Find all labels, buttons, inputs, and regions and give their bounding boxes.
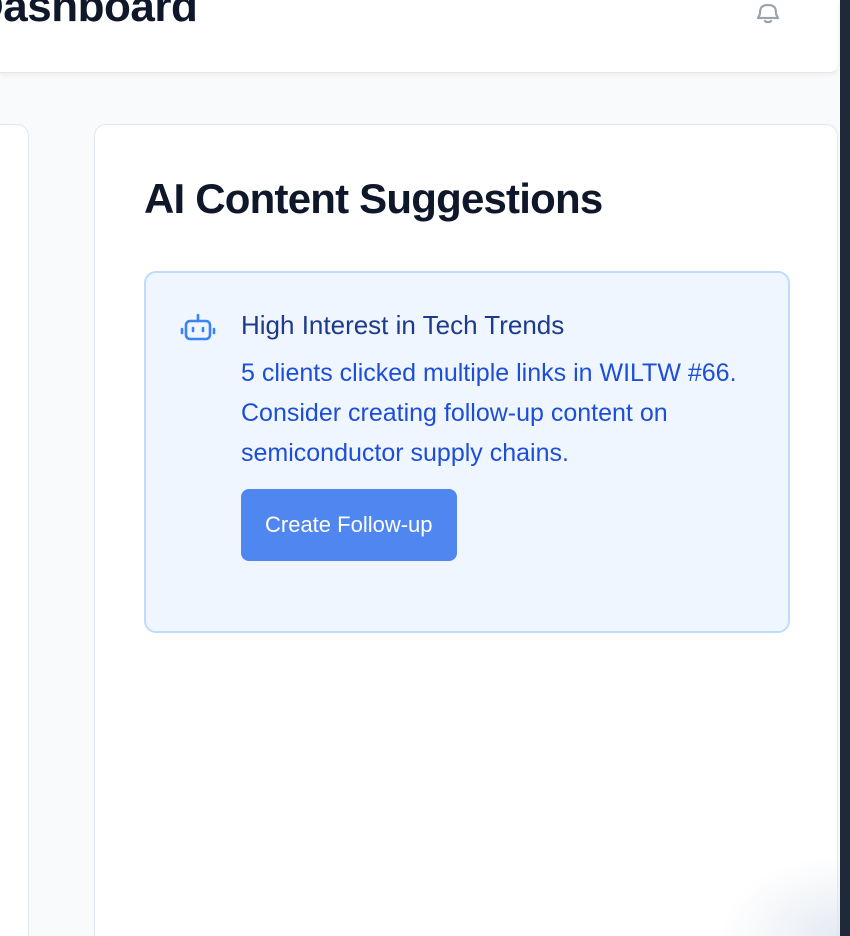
page-title: Dashboard: [0, 0, 198, 31]
card-title: AI Content Suggestions: [144, 175, 603, 222]
page: Dashboard AI Content Suggestions: [0, 0, 850, 936]
suggestion-description: 5 clients clicked multiple links in WILT…: [241, 359, 737, 467]
top-header: Dashboard: [0, 0, 838, 73]
robot-icon: [179, 309, 217, 347]
window-edge: [840, 0, 850, 936]
bell-icon[interactable]: [752, 0, 784, 26]
suggestion-title: High Interest in Tech Trends: [241, 310, 565, 340]
suggestion-item: High Interest in Tech Trends 5 clients c…: [144, 271, 790, 633]
left-panel-card: [0, 124, 29, 936]
create-follow-up-button[interactable]: Create Follow-up: [241, 489, 457, 561]
suggestion-body: High Interest in Tech Trends 5 clients c…: [241, 307, 766, 561]
ai-suggestions-card: AI Content Suggestions High Interest in …: [94, 124, 838, 936]
